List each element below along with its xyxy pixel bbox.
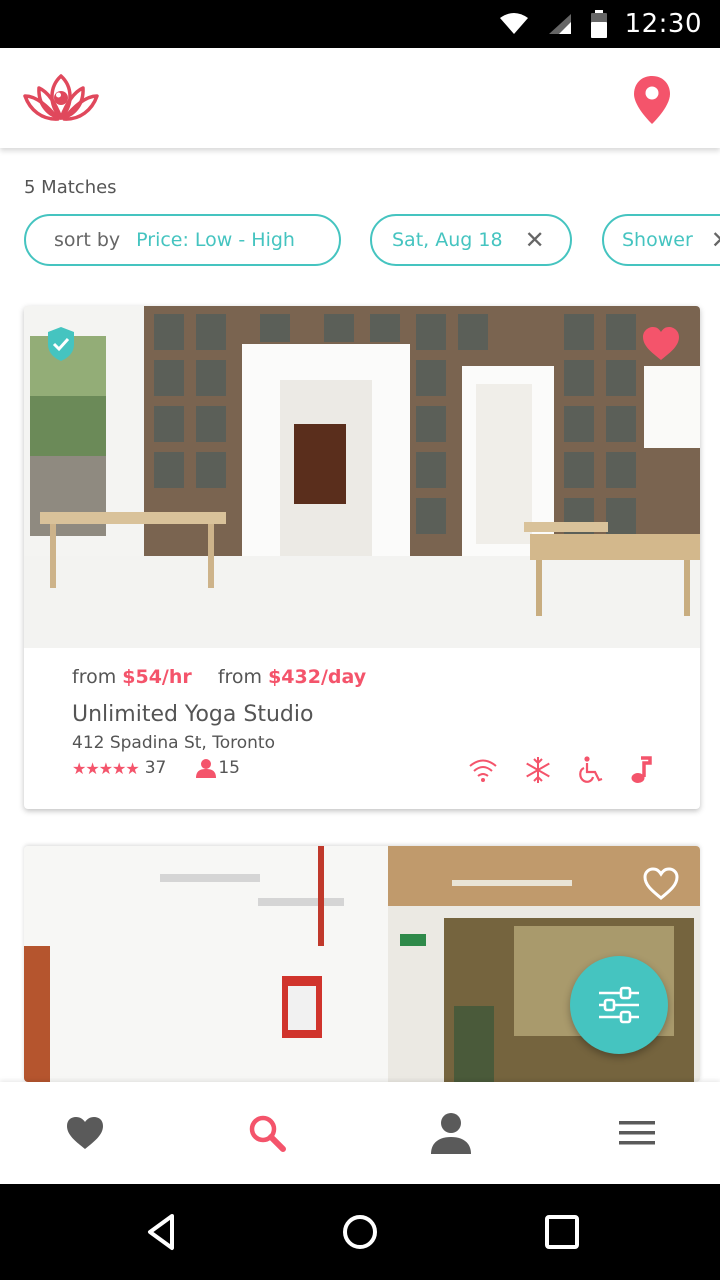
amenity-icons xyxy=(468,756,652,784)
heart-icon[interactable] xyxy=(642,326,680,362)
close-icon[interactable]: ✕ xyxy=(525,228,545,252)
filter-fab-button[interactable] xyxy=(570,956,668,1054)
listing-title[interactable]: Unlimited Yoga Studio xyxy=(72,702,313,727)
battery-icon xyxy=(590,10,607,38)
nav-favorites[interactable] xyxy=(62,1110,108,1156)
nav-search[interactable] xyxy=(244,1110,290,1156)
listing-address: 412 Spadina St, Toronto xyxy=(72,733,275,753)
map-pin-icon[interactable] xyxy=(632,74,672,126)
rating-row: ★★★★★ 37 15 xyxy=(72,758,240,778)
sort-label: sort by xyxy=(54,229,121,251)
signal-icon xyxy=(548,14,571,34)
matches-count: 5 Matches xyxy=(24,177,117,198)
status-bar: 12:30 xyxy=(0,0,720,48)
capacity-count: 15 xyxy=(218,758,240,778)
nav-menu[interactable] xyxy=(614,1110,660,1156)
snowflake-icon xyxy=(526,757,550,783)
verified-badge-icon xyxy=(48,327,74,361)
person-icon xyxy=(196,759,217,778)
from-label: from xyxy=(217,666,263,688)
shower-chip[interactable]: Shower ✕ xyxy=(602,214,720,266)
shower-chip-label: Shower xyxy=(622,229,693,251)
sliders-icon xyxy=(599,986,639,1024)
filter-chips: sort by Price: Low - High Sat, Aug 18 ✕ … xyxy=(24,214,720,268)
daily-price: $432/day xyxy=(268,666,367,688)
nav-profile[interactable] xyxy=(428,1110,474,1156)
capacity: 15 xyxy=(196,758,240,778)
from-label: from xyxy=(72,666,117,688)
close-icon[interactable]: ✕ xyxy=(711,228,720,252)
hourly-price: $54/hr xyxy=(122,666,192,688)
recents-icon[interactable] xyxy=(540,1210,584,1254)
price-row: from $54/hr from $432/day xyxy=(72,666,366,688)
studio-photo xyxy=(24,306,700,648)
system-nav-bar xyxy=(0,1184,720,1280)
app-header xyxy=(0,48,720,148)
star-rating: ★★★★★ xyxy=(72,758,140,778)
listing-card[interactable]: from $54/hr from $432/day Unlimited Yoga… xyxy=(24,306,700,809)
home-icon[interactable] xyxy=(338,1210,382,1254)
wifi-icon xyxy=(469,759,497,782)
rating-count: 37 xyxy=(144,758,167,778)
wifi-icon xyxy=(499,13,528,34)
search-icon xyxy=(249,1115,286,1152)
bottom-nav xyxy=(0,1082,720,1184)
menu-icon xyxy=(619,1121,655,1145)
heart-outline-icon[interactable] xyxy=(642,866,680,902)
wheelchair-icon xyxy=(579,756,603,783)
music-note-icon xyxy=(631,756,652,783)
lotus-logo[interactable] xyxy=(22,72,100,124)
back-icon[interactable] xyxy=(140,1210,184,1254)
status-time: 12:30 xyxy=(624,9,702,39)
date-chip-label: Sat, Aug 18 xyxy=(392,229,503,251)
sort-value: Price: Low - High xyxy=(136,229,295,251)
heart-icon xyxy=(67,1117,103,1149)
date-chip[interactable]: Sat, Aug 18 ✕ xyxy=(370,214,572,266)
user-icon xyxy=(431,1113,471,1154)
sort-chip[interactable]: sort by Price: Low - High xyxy=(24,214,341,266)
